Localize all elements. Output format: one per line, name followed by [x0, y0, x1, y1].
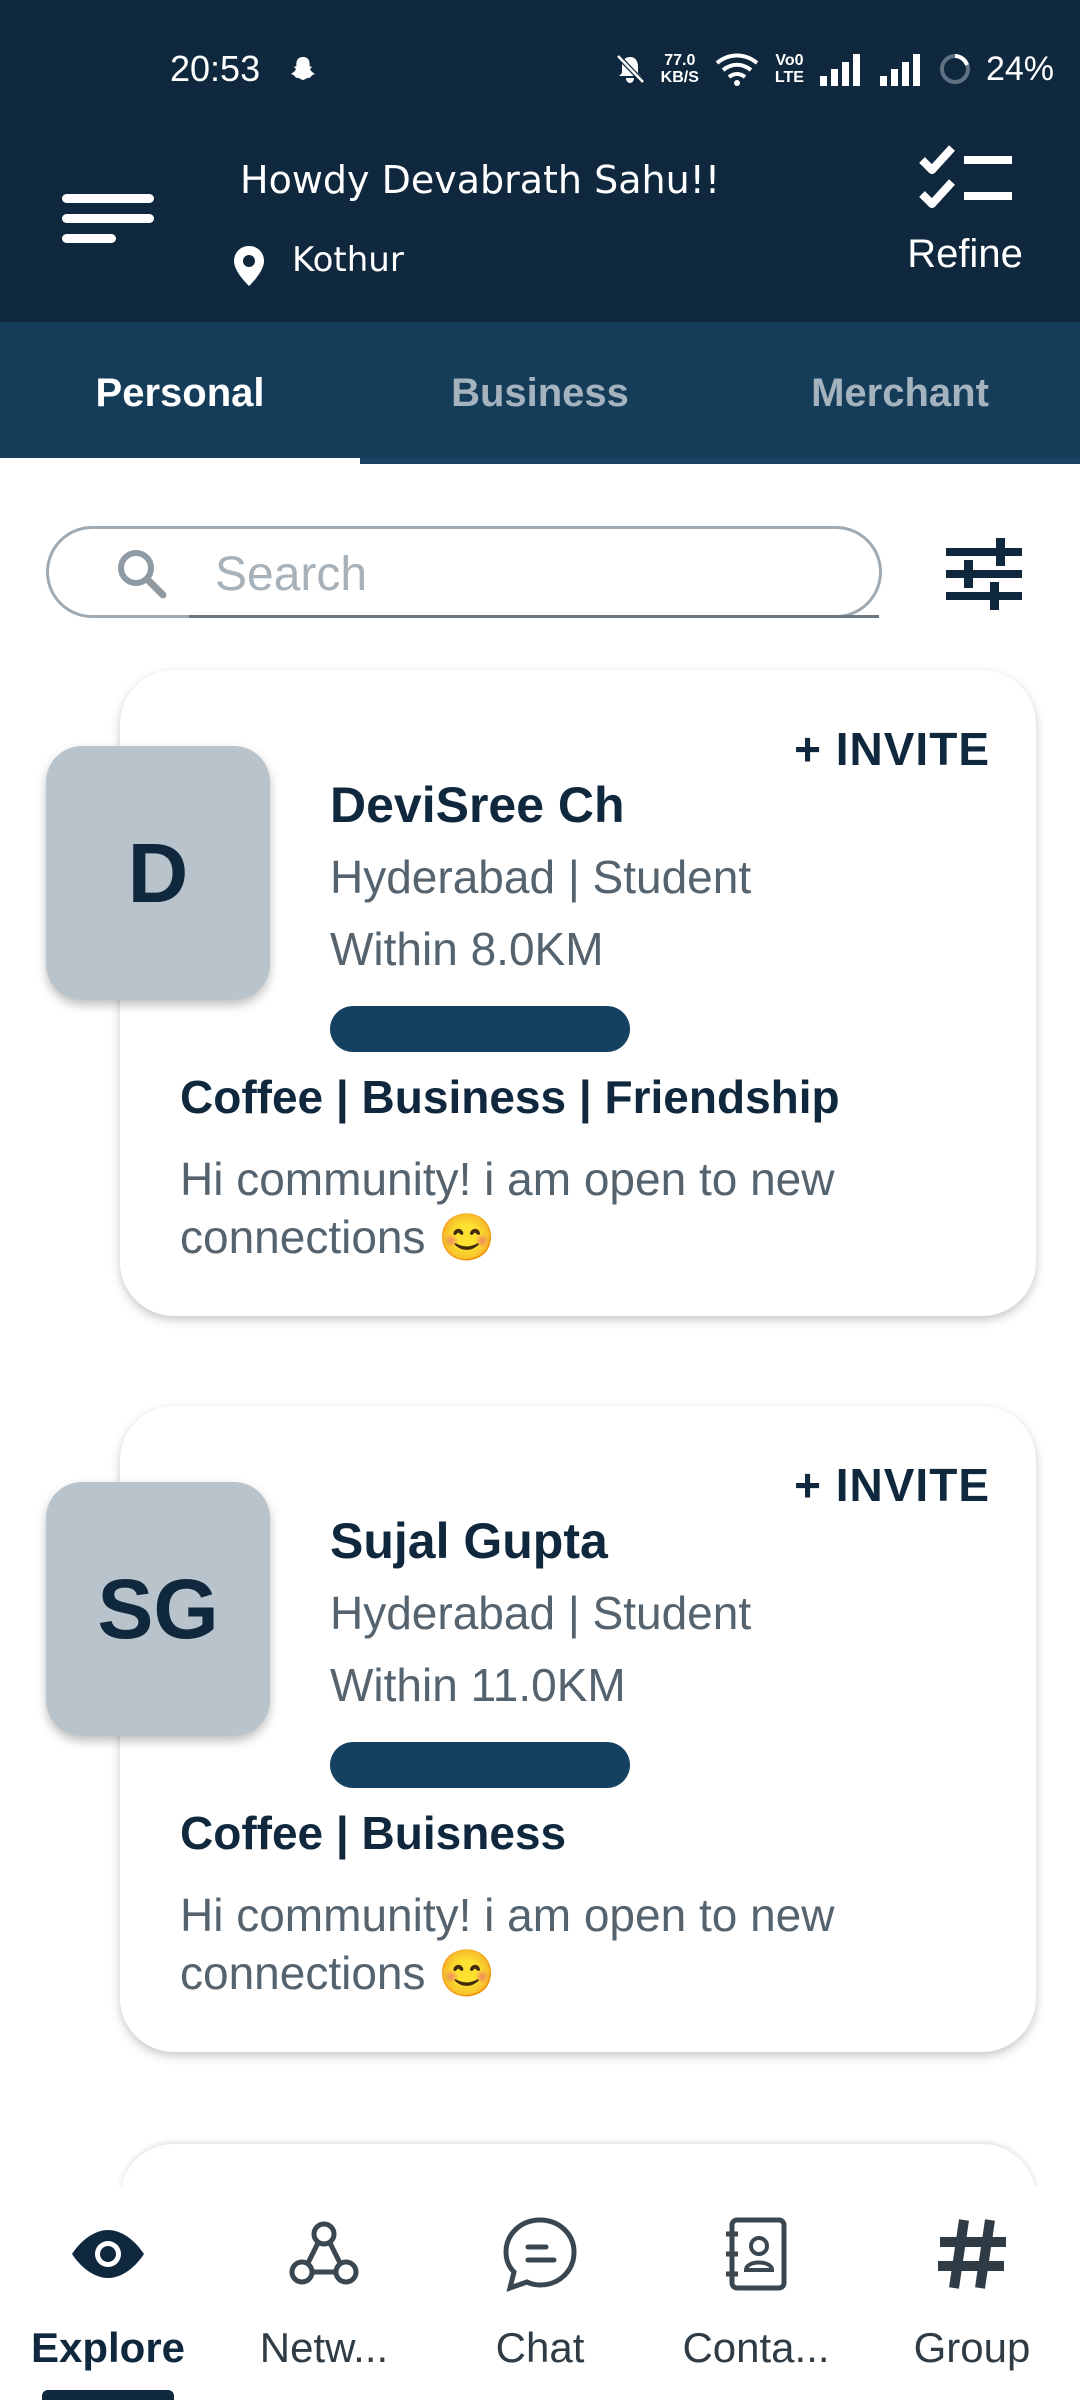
wifi-icon — [715, 53, 759, 86]
status-icons: 77.0 KB/S Vo0 LTE 24% — [613, 44, 1054, 94]
user-interests: Coffee | Buisness — [180, 1807, 567, 1859]
nav-active-indicator — [42, 2390, 174, 2400]
user-location-role: Hyderabad | Student — [330, 1587, 752, 1639]
search-bar[interactable] — [46, 526, 882, 618]
battery-level: 24% — [985, 49, 1054, 88]
nav-chat-label: Chat — [495, 2324, 585, 2371]
nav-group-label: Group — [913, 2324, 1031, 2371]
hashtag-icon — [938, 2219, 1006, 2289]
location-pin-icon — [234, 246, 264, 286]
bottom-navigation: Explore Netw... Chat Conta... Group — [0, 2186, 1080, 2400]
tab-business[interactable]: Business — [360, 322, 720, 464]
volte-bottom: LTE — [774, 69, 804, 86]
user-name: Sujal Gupta — [330, 1513, 608, 1569]
nav-network-label: Netw... — [259, 2324, 389, 2371]
signal-icon-1 — [819, 54, 860, 86]
speed-value: 77.0 — [664, 52, 696, 69]
nav-contacts-label: Conta... — [682, 2324, 830, 2371]
invite-button[interactable]: + INVITE — [794, 1458, 990, 1512]
nav-contacts[interactable]: Conta... — [648, 2186, 864, 2400]
battery-icon — [939, 54, 970, 84]
greeting-text: Howdy Devabrath Sahu!! — [240, 158, 721, 202]
signal-icon-2 — [879, 54, 920, 86]
network-icon — [289, 2221, 359, 2285]
chat-icon — [503, 2217, 577, 2292]
tab-personal[interactable]: Personal — [0, 322, 360, 464]
location-text[interactable]: Kothur — [292, 240, 404, 280]
user-distance: Within 11.0KM — [330, 1659, 626, 1711]
volte-indicator: Vo0 LTE — [775, 52, 804, 86]
user-bio: Hi community! i am open to new connectio… — [180, 1153, 835, 1263]
contacts-icon — [726, 2217, 787, 2291]
eye-icon — [72, 2230, 144, 2278]
user-bio: Hi community! i am open to new connectio… — [180, 1889, 835, 1999]
progress-bar — [330, 1006, 630, 1052]
search-input[interactable] — [213, 543, 817, 605]
invite-button[interactable]: + INVITE — [794, 722, 990, 776]
tab-merchant[interactable]: Merchant — [720, 322, 1080, 464]
nav-explore-label: Explore — [30, 2324, 186, 2371]
refine-button[interactable]: Refine — [890, 140, 1040, 322]
tab-bar: Personal Business Merchant — [0, 322, 1080, 464]
user-location-role: Hyderabad | Student — [330, 851, 752, 903]
snapchat-icon — [291, 57, 315, 80]
status-time: 20:53 — [170, 48, 261, 89]
checklist-icon — [919, 145, 1012, 208]
app-header: Howdy Devabrath Sahu!! Kothur Refine — [0, 140, 1080, 322]
filter-sliders-icon[interactable] — [944, 536, 1024, 612]
status-bar: 20:53 77.0 KB/S Vo0 LTE 24% — [0, 0, 1080, 140]
search-underline — [189, 615, 879, 618]
nav-explore[interactable]: Explore — [0, 2186, 216, 2400]
tab-active-indicator — [0, 458, 360, 464]
nav-network[interactable]: Netw... — [216, 2186, 432, 2400]
tab-divider — [360, 458, 1080, 464]
refine-label: Refine — [907, 232, 1023, 276]
progress-bar — [330, 1742, 630, 1788]
search-icon — [118, 550, 167, 599]
menu-icon[interactable] — [62, 190, 154, 250]
user-interests: Coffee | Business | Friendship — [180, 1071, 840, 1123]
speed-unit: KB/S — [660, 69, 699, 86]
nav-group[interactable]: Group — [864, 2186, 1080, 2400]
mute-icon — [615, 54, 645, 84]
avatar[interactable]: SG — [46, 1482, 270, 1736]
network-speed: 77.0 KB/S — [661, 52, 699, 86]
avatar[interactable]: D — [46, 746, 270, 1000]
user-distance: Within 8.0KM — [330, 923, 604, 975]
nav-chat[interactable]: Chat — [432, 2186, 648, 2400]
user-name: DeviSree Ch — [330, 777, 625, 833]
volte-top: Vo0 — [775, 52, 804, 69]
